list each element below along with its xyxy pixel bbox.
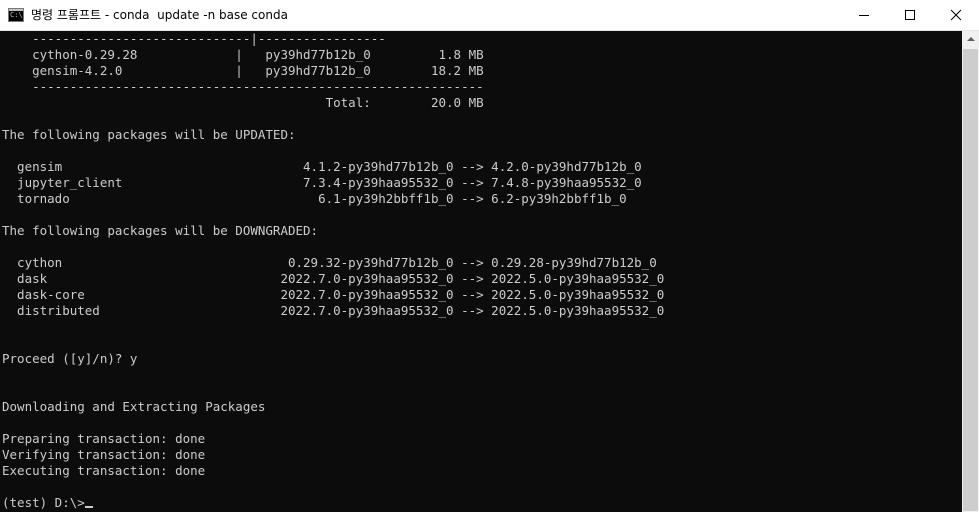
text-cursor [84, 506, 93, 508]
console-line: dask 2022.7.0-py39haa95532_0 --> 2022.5.… [2, 271, 664, 287]
console-line-text: dask-core 2022.7.0-py39haa95532_0 --> 20… [2, 287, 665, 302]
console-line-text: -----------------------------|----------… [2, 31, 386, 46]
console-line-text: Executing transaction: done [2, 463, 206, 478]
console-line: ----------------------------------------… [2, 79, 664, 95]
console-line-text: cython-0.29.28 | py39hd77b12b_0 1.8 MB [2, 47, 484, 62]
console-line-text: Total: 20.0 MB [2, 95, 484, 110]
console-line: The following packages will be DOWNGRADE… [2, 223, 664, 239]
console-output[interactable]: -----------------------------|----------… [0, 31, 962, 512]
console-line: Executing transaction: done [2, 463, 664, 479]
console-line: tornado 6.1-py39h2bbff1b_0 --> 6.2-py39h… [2, 191, 664, 207]
console-line-text: ----------------------------------------… [2, 79, 484, 94]
console-line-text: jupyter_client 7.3.4-py39haa95532_0 --> … [2, 175, 642, 190]
console-line-text: Proceed ([y]/n)? y [2, 351, 138, 366]
console-line-text: gensim 4.1.2-py39hd77b12b_0 --> 4.2.0-py… [2, 159, 642, 174]
console-line-text: dask 2022.7.0-py39haa95532_0 --> 2022.5.… [2, 271, 665, 286]
console-lines: -----------------------------|----------… [2, 31, 664, 511]
console-line: The following packages will be UPDATED: [2, 127, 664, 143]
console-line-text: The following packages will be UPDATED: [2, 127, 296, 142]
console-line: gensim-4.2.0 | py39hd77b12b_0 18.2 MB [2, 63, 664, 79]
console-line: -----------------------------|----------… [2, 31, 664, 47]
console-line: Total: 20.0 MB [2, 95, 664, 111]
console-line-text: Verifying transaction: done [2, 447, 206, 462]
console-line: cython 0.29.32-py39hd77b12b_0 --> 0.29.2… [2, 255, 664, 271]
console-line-text: The following packages will be DOWNGRADE… [2, 223, 319, 238]
window-title: 명령 프롬프트 - conda update -n base conda [31, 8, 288, 22]
console-line: jupyter_client 7.3.4-py39haa95532_0 --> … [2, 175, 664, 191]
console-line-text: Downloading and Extracting Packages [2, 399, 266, 414]
console-line-text: (test) D:\> [2, 495, 85, 510]
console-app-icon: C:\ [8, 8, 24, 22]
scroll-up-arrow-icon[interactable] [962, 31, 979, 48]
console-line: Proceed ([y]/n)? y [2, 351, 664, 367]
console-line: distributed 2022.7.0-py39haa95532_0 --> … [2, 303, 664, 319]
console-line-text: tornado 6.1-py39h2bbff1b_0 --> 6.2-py39h… [2, 191, 627, 206]
title-bar[interactable]: C:\ 명령 프롬프트 - conda update -n base conda [0, 0, 979, 31]
console-line: cython-0.29.28 | py39hd77b12b_0 1.8 MB [2, 47, 664, 63]
console-line: Preparing transaction: done [2, 431, 664, 447]
console-line: Verifying transaction: done [2, 447, 664, 463]
console-line-text: cython 0.29.32-py39hd77b12b_0 --> 0.29.2… [2, 255, 657, 270]
console-line-text: gensim-4.2.0 | py39hd77b12b_0 18.2 MB [2, 63, 484, 78]
command-prompt-window: C:\ 명령 프롬프트 - conda update -n base conda… [0, 0, 979, 512]
close-button[interactable] [933, 0, 979, 30]
console-line: dask-core 2022.7.0-py39haa95532_0 --> 20… [2, 287, 664, 303]
console-line-text: distributed 2022.7.0-py39haa95532_0 --> … [2, 303, 665, 318]
maximize-button[interactable] [887, 0, 933, 30]
console-line-text: Preparing transaction: done [2, 431, 206, 446]
console-line: gensim 4.1.2-py39hd77b12b_0 --> 4.2.0-py… [2, 159, 664, 175]
console-line: Downloading and Extracting Packages [2, 399, 664, 415]
maximize-icon [905, 10, 915, 20]
scrollbar-thumb[interactable] [963, 49, 978, 511]
vertical-scrollbar[interactable] [962, 31, 979, 512]
close-icon [950, 9, 962, 21]
minimize-icon [859, 15, 869, 16]
minimize-button[interactable] [841, 0, 887, 30]
console-line: (test) D:\> [2, 495, 664, 511]
